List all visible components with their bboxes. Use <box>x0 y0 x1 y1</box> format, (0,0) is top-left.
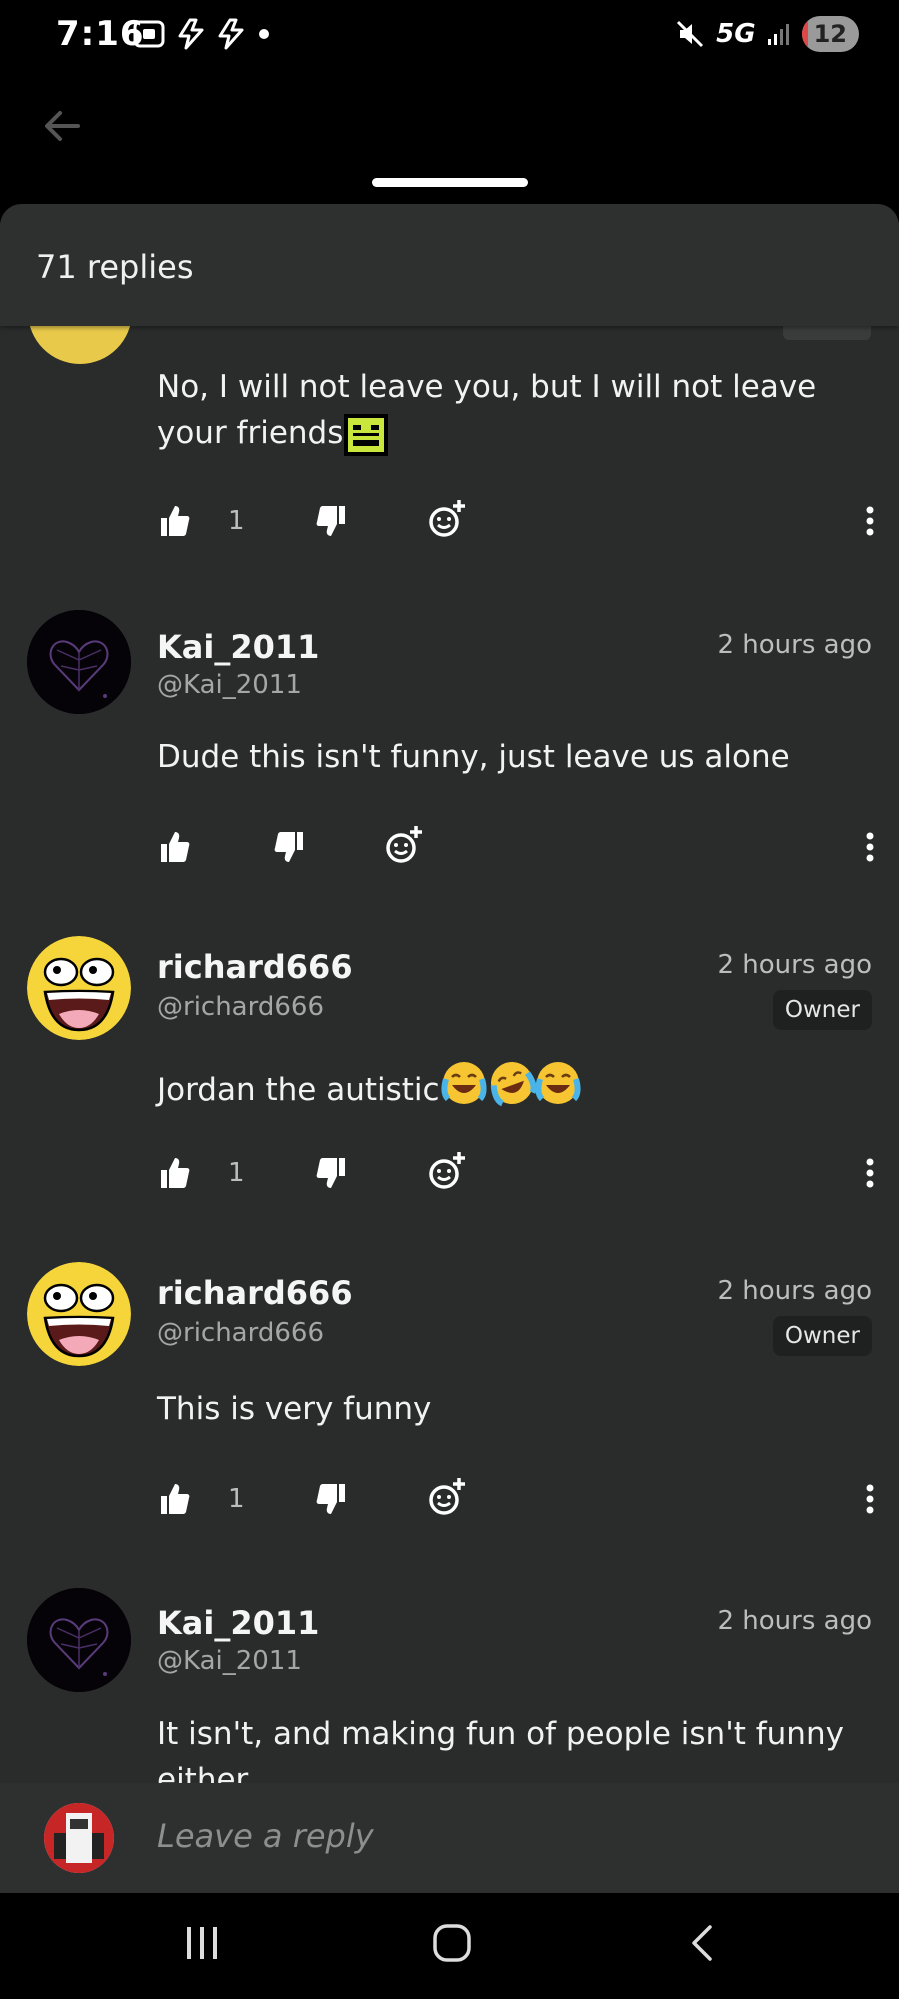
like-count: 1 <box>228 506 245 536</box>
user-handle: @Kai_2011 <box>157 670 302 700</box>
sheet-header: 71 replies <box>0 204 899 326</box>
pixel-face-emoji <box>344 413 389 456</box>
comment-text: This is very funny <box>157 1391 432 1427</box>
signal-icon <box>767 24 789 45</box>
back-arrow-icon[interactable] <box>40 104 84 148</box>
like-icon[interactable] <box>159 1156 191 1190</box>
system-nav-bar <box>0 1893 899 1999</box>
avatar[interactable] <box>27 1588 131 1692</box>
laughing-emojis <box>440 1058 584 1121</box>
comment-text: Jordan the autistic <box>157 1060 877 1123</box>
awesome-face-avatar <box>27 1262 131 1366</box>
more-options-icon[interactable] <box>865 1482 875 1516</box>
battery-indicator: 12 <box>801 16 859 52</box>
timestamp: 2 hours ago <box>717 630 872 660</box>
comment-actions: 1 <box>157 1478 875 1522</box>
status-left-icons <box>132 18 272 50</box>
replies-sheet: 71 replies No, I will not leave you, but… <box>0 204 899 1784</box>
owner-badge: Owner <box>772 990 872 1030</box>
more-options-icon[interactable] <box>865 1156 875 1190</box>
spiderweb-heart-avatar <box>27 1588 131 1692</box>
battery-fill <box>801 16 809 52</box>
avatar[interactable] <box>27 610 131 714</box>
add-reaction-icon[interactable] <box>427 1150 467 1192</box>
comment-text: No, I will not leave you, but I will not… <box>157 364 877 457</box>
like-icon[interactable] <box>159 1482 191 1516</box>
username[interactable]: Kai_2011 <box>157 1604 319 1642</box>
add-reaction-icon[interactable] <box>384 824 424 866</box>
comment-actions: 1 <box>157 500 875 544</box>
dot-icon <box>259 29 269 39</box>
mute-icon <box>677 20 704 48</box>
sheet-drag-handle[interactable] <box>372 178 528 187</box>
recents-icon[interactable] <box>184 1923 220 1963</box>
status-bar: 7:16 5G 12 <box>0 0 899 76</box>
add-reaction-icon[interactable] <box>427 498 467 540</box>
user-handle: @richard666 <box>157 1318 324 1348</box>
dislike-icon[interactable] <box>273 830 305 864</box>
username[interactable]: richard666 <box>157 1274 353 1312</box>
owner-badge: Owner <box>772 1316 872 1356</box>
dislike-icon[interactable] <box>315 1482 347 1516</box>
like-icon[interactable] <box>159 504 191 538</box>
reply-bar: Leave a reply <box>0 1783 899 1893</box>
like-count: 1 <box>228 1158 245 1188</box>
add-reaction-icon[interactable] <box>427 1476 467 1518</box>
username[interactable]: richard666 <box>157 948 353 986</box>
flash-icon <box>178 18 204 50</box>
comment-actions <box>157 826 875 870</box>
user-handle: @Kai_2011 <box>157 1646 302 1676</box>
status-right-icons: 5G 12 <box>674 16 859 52</box>
more-options-icon[interactable] <box>865 830 875 864</box>
replies-count-title: 71 replies <box>36 248 194 286</box>
like-icon[interactable] <box>159 830 191 864</box>
dislike-icon[interactable] <box>315 504 347 538</box>
home-icon[interactable] <box>432 1923 472 1963</box>
comment-actions: 1 <box>157 1152 875 1196</box>
timestamp: 2 hours ago <box>717 1276 872 1306</box>
screenshot-icon <box>133 20 165 48</box>
spiderweb-heart-avatar <box>27 610 131 714</box>
avatar[interactable] <box>27 1262 131 1366</box>
avatar[interactable] <box>27 936 131 1040</box>
reply-input[interactable]: Leave a reply <box>157 1817 374 1855</box>
user-handle: @richard666 <box>157 992 324 1022</box>
current-user-avatar[interactable] <box>44 1803 114 1873</box>
more-options-icon[interactable] <box>865 504 875 538</box>
username[interactable]: Kai_2011 <box>157 628 319 666</box>
flash-icon <box>218 18 244 50</box>
dislike-icon[interactable] <box>315 1156 347 1190</box>
like-count: 1 <box>228 1484 245 1514</box>
timestamp: 2 hours ago <box>717 950 872 980</box>
timestamp: 2 hours ago <box>717 1606 872 1636</box>
network-label: 5G <box>716 19 756 49</box>
comment-text: Dude this isn't funny, just leave us alo… <box>157 739 790 775</box>
awesome-face-avatar <box>27 936 131 1040</box>
back-icon[interactable] <box>688 1923 716 1963</box>
comment-text: It isn't, and making fun of people isn't… <box>157 1716 844 1784</box>
